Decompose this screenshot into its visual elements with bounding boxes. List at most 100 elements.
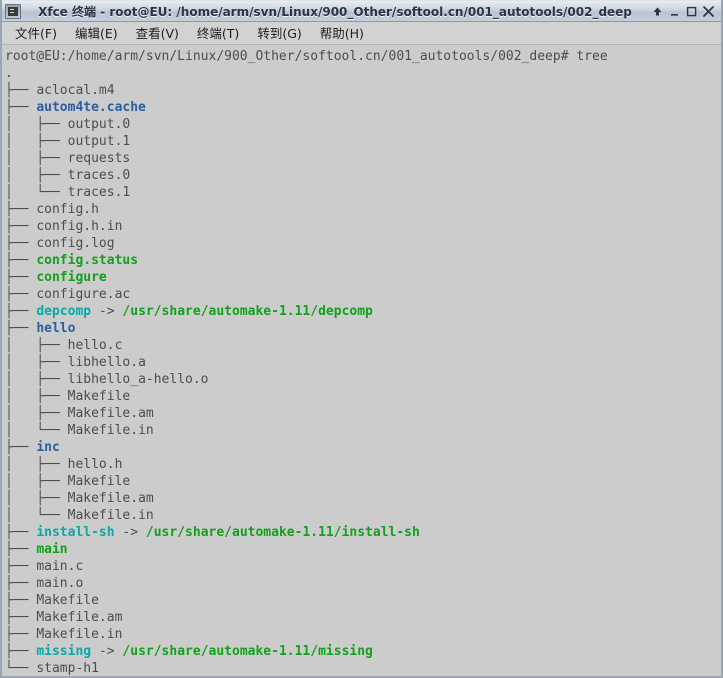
tree-entry-text: Makefile.in [67, 423, 154, 438]
tree-entry-text: │ ├── [5, 457, 68, 472]
tree-entry-text: main.o [36, 576, 84, 591]
tree-entry-text: │ ├── [5, 474, 68, 489]
tree-entry-text: ├── [5, 440, 37, 455]
terminal-line: ├── Makefile.in [5, 626, 721, 643]
tree-symlink-name: install-sh [36, 525, 115, 540]
terminal-line: ├── config.log [5, 235, 721, 252]
terminal-line: │ └── Makefile.in [5, 422, 721, 439]
tree-entry-text: traces.0 [67, 168, 131, 183]
terminal-window: Xfce 终端 - root@EU: /home/arm/svn/Linux/9… [0, 0, 723, 678]
tree-directory-name: autom4te.cache [36, 100, 146, 115]
terminal-line: │ ├── libhello_a-hello.o [5, 371, 721, 388]
terminal-line: │ ├── hello.h [5, 456, 721, 473]
tree-entry-text: requests [67, 151, 131, 166]
tree-entry-text: config.h.in [36, 219, 123, 234]
tree-entry-text: ├── [5, 304, 37, 319]
terminal-line: ├── main.c [5, 558, 721, 575]
command-text: tree [576, 49, 608, 64]
menu-bar: 文件(F) 编辑(E) 查看(V) 终端(T) 转到(G) 帮助(H) [2, 22, 721, 45]
tree-entry-text: ├── [5, 542, 37, 557]
tree-entry-text: hello.c [67, 338, 123, 353]
terminal-line: ├── install-sh -> /usr/share/automake-1.… [5, 524, 721, 541]
shade-button[interactable] [649, 2, 666, 20]
tree-entry-text: ├── [5, 100, 37, 115]
tree-entry-text: Makefile.am [67, 491, 154, 506]
tree-entry-text: │ ├── [5, 491, 68, 506]
tree-entry-text: ├── [5, 253, 37, 268]
maximize-button[interactable] [683, 2, 700, 20]
terminal-line: ├── configure.ac [5, 286, 721, 303]
terminal-line: ├── depcomp -> /usr/share/automake-1.11/… [5, 303, 721, 320]
tree-entry-text: hello.h [67, 457, 123, 472]
terminal-line: │ ├── hello.c [5, 337, 721, 354]
tree-entry-text: Makefile.in [36, 627, 123, 642]
menu-item-file[interactable]: 文件(F) [6, 21, 66, 45]
tree-entry-text: │ ├── [5, 372, 68, 387]
tree-entry-text: ├── [5, 83, 37, 98]
terminal-line: │ ├── requests [5, 150, 721, 167]
tree-entry-text: Makefile.am [36, 610, 123, 625]
tree-entry-text: config.log [36, 236, 115, 251]
menu-item-terminal[interactable]: 终端(T) [188, 21, 248, 45]
terminal-line: │ ├── output.0 [5, 116, 721, 133]
tree-entry-text: │ ├── [5, 389, 68, 404]
tree-entry-text: │ ├── [5, 355, 68, 370]
terminal-screen[interactable]: root@EU:/home/arm/svn/Linux/900_Other/so… [2, 45, 721, 676]
tree-entry-text: │ ├── [5, 117, 68, 132]
terminal-line: . [5, 65, 721, 82]
tree-entry-text: ├── [5, 270, 37, 285]
tree-entry-text: │ ├── [5, 406, 68, 421]
tree-symlink-name: missing [36, 644, 92, 659]
terminal-line: │ ├── libhello.a [5, 354, 721, 371]
tree-executable-name: config.status [36, 253, 139, 268]
tree-entry-text: main.c [36, 559, 84, 574]
terminal-line: ├── configure [5, 269, 721, 286]
tree-symlink-arrow: -> [91, 304, 123, 319]
tree-entry-text: aclocal.m4 [36, 83, 115, 98]
terminal-line: │ ├── traces.0 [5, 167, 721, 184]
terminal-line: └── stamp-h1 [5, 660, 721, 676]
tree-entry-text: libhello_a-hello.o [67, 372, 209, 387]
tree-entry-text: Makefile [67, 389, 131, 404]
terminal-line: ├── Makefile.am [5, 609, 721, 626]
tree-entry-text: Makefile [36, 593, 99, 608]
close-button[interactable] [700, 2, 717, 20]
terminal-line: │ ├── Makefile.am [5, 490, 721, 507]
menu-item-view[interactable]: 查看(V) [127, 21, 188, 45]
tree-entry-text: configure.ac [36, 287, 131, 302]
tree-entry-text: stamp-h1 [36, 661, 99, 676]
tree-entry-text: Makefile [67, 474, 131, 489]
tree-executable-name: configure [36, 270, 107, 285]
tree-entry-text: │ └── [5, 423, 68, 438]
terminal-line: │ └── traces.1 [5, 184, 721, 201]
terminal-line: │ ├── Makefile.am [5, 405, 721, 422]
terminal-line: ├── autom4te.cache [5, 99, 721, 116]
tree-directory-name: inc [36, 440, 60, 455]
terminal-prompt-line: root@EU:/home/arm/svn/Linux/900_Other/so… [5, 48, 721, 65]
tree-entry-text: ├── [5, 525, 37, 540]
tree-entry-text: ├── [5, 321, 37, 336]
tree-entry-text: │ ├── [5, 338, 68, 353]
terminal-line: │ ├── output.1 [5, 133, 721, 150]
menu-item-goto[interactable]: 转到(G) [248, 21, 310, 45]
menu-item-help[interactable]: 帮助(H) [311, 21, 373, 45]
tree-entry-text: Makefile.am [67, 406, 154, 421]
terminal-icon [5, 3, 21, 19]
tree-entry-text: └── [5, 661, 37, 676]
window-title: Xfce 终端 - root@EU: /home/arm/svn/Linux/9… [38, 4, 632, 19]
tree-entry-text: ├── [5, 644, 37, 659]
minimize-button[interactable] [666, 2, 683, 20]
terminal-line: ├── missing -> /usr/share/automake-1.11/… [5, 643, 721, 660]
tree-symlink-target: /usr/share/automake-1.11/missing [122, 644, 373, 659]
menu-item-edit[interactable]: 编辑(E) [66, 21, 127, 45]
terminal-line: ├── hello [5, 320, 721, 337]
title-bar[interactable]: Xfce 终端 - root@EU: /home/arm/svn/Linux/9… [2, 0, 721, 22]
tree-entry-text: │ ├── [5, 168, 68, 183]
terminal-line: ├── inc [5, 439, 721, 456]
terminal-line: ├── aclocal.m4 [5, 82, 721, 99]
terminal-line: │ ├── Makefile [5, 473, 721, 490]
terminal-line: ├── Makefile [5, 592, 721, 609]
tree-executable-name: main [36, 542, 68, 557]
tree-directory-name: hello [36, 321, 76, 336]
tree-entry-text: ├── [5, 202, 37, 217]
